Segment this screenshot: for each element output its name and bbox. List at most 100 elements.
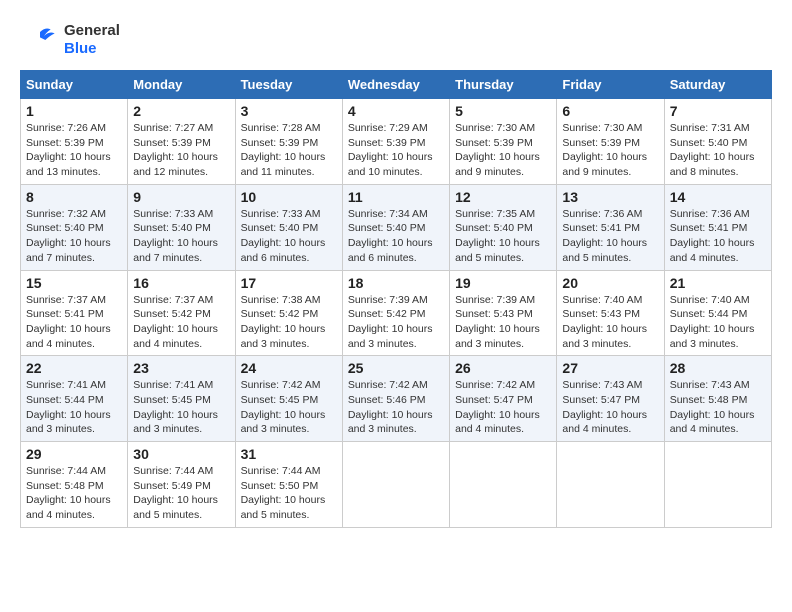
header: General Blue [20,20,772,60]
day-number: 25 [348,360,444,376]
calendar-cell: 15 Sunrise: 7:37 AMSunset: 5:41 PMDaylig… [21,270,128,356]
day-number: 18 [348,275,444,291]
day-number: 3 [241,103,337,119]
calendar-cell: 3 Sunrise: 7:28 AMSunset: 5:39 PMDayligh… [235,99,342,185]
calendar-cell: 11 Sunrise: 7:34 AMSunset: 5:40 PMDaylig… [342,184,449,270]
day-number: 13 [562,189,658,205]
day-detail: Sunrise: 7:43 AMSunset: 5:48 PMDaylight:… [670,379,755,435]
day-number: 12 [455,189,551,205]
day-detail: Sunrise: 7:26 AMSunset: 5:39 PMDaylight:… [26,122,111,178]
day-detail: Sunrise: 7:31 AMSunset: 5:40 PMDaylight:… [670,122,755,178]
day-detail: Sunrise: 7:40 AMSunset: 5:43 PMDaylight:… [562,294,647,350]
day-detail: Sunrise: 7:27 AMSunset: 5:39 PMDaylight:… [133,122,218,178]
calendar-week-3: 15 Sunrise: 7:37 AMSunset: 5:41 PMDaylig… [21,270,772,356]
weekday-header-sunday: Sunday [21,71,128,99]
day-number: 5 [455,103,551,119]
day-detail: Sunrise: 7:37 AMSunset: 5:41 PMDaylight:… [26,294,111,350]
calendar-cell: 25 Sunrise: 7:42 AMSunset: 5:46 PMDaylig… [342,356,449,442]
day-detail: Sunrise: 7:33 AMSunset: 5:40 PMDaylight:… [241,208,326,264]
day-detail: Sunrise: 7:30 AMSunset: 5:39 PMDaylight:… [562,122,647,178]
calendar-cell [342,442,449,528]
day-number: 27 [562,360,658,376]
day-number: 29 [26,446,122,462]
day-detail: Sunrise: 7:34 AMSunset: 5:40 PMDaylight:… [348,208,433,264]
calendar-cell: 18 Sunrise: 7:39 AMSunset: 5:42 PMDaylig… [342,270,449,356]
day-detail: Sunrise: 7:40 AMSunset: 5:44 PMDaylight:… [670,294,755,350]
calendar-cell: 4 Sunrise: 7:29 AMSunset: 5:39 PMDayligh… [342,99,449,185]
day-number: 23 [133,360,229,376]
day-number: 4 [348,103,444,119]
calendar-cell: 6 Sunrise: 7:30 AMSunset: 5:39 PMDayligh… [557,99,664,185]
day-number: 20 [562,275,658,291]
day-detail: Sunrise: 7:44 AMSunset: 5:48 PMDaylight:… [26,465,111,521]
day-detail: Sunrise: 7:39 AMSunset: 5:42 PMDaylight:… [348,294,433,350]
day-number: 2 [133,103,229,119]
calendar-week-1: 1 Sunrise: 7:26 AMSunset: 5:39 PMDayligh… [21,99,772,185]
calendar-cell: 5 Sunrise: 7:30 AMSunset: 5:39 PMDayligh… [450,99,557,185]
weekday-header-thursday: Thursday [450,71,557,99]
calendar-cell: 7 Sunrise: 7:31 AMSunset: 5:40 PMDayligh… [664,99,771,185]
day-detail: Sunrise: 7:33 AMSunset: 5:40 PMDaylight:… [133,208,218,264]
day-number: 31 [241,446,337,462]
calendar-cell: 28 Sunrise: 7:43 AMSunset: 5:48 PMDaylig… [664,356,771,442]
day-detail: Sunrise: 7:41 AMSunset: 5:45 PMDaylight:… [133,379,218,435]
calendar-cell [557,442,664,528]
day-detail: Sunrise: 7:35 AMSunset: 5:40 PMDaylight:… [455,208,540,264]
day-detail: Sunrise: 7:44 AMSunset: 5:50 PMDaylight:… [241,465,326,521]
day-detail: Sunrise: 7:38 AMSunset: 5:42 PMDaylight:… [241,294,326,350]
day-number: 17 [241,275,337,291]
day-detail: Sunrise: 7:32 AMSunset: 5:40 PMDaylight:… [26,208,111,264]
calendar-cell: 20 Sunrise: 7:40 AMSunset: 5:43 PMDaylig… [557,270,664,356]
day-number: 6 [562,103,658,119]
day-detail: Sunrise: 7:30 AMSunset: 5:39 PMDaylight:… [455,122,540,178]
calendar-cell [450,442,557,528]
day-number: 24 [241,360,337,376]
calendar-cell: 8 Sunrise: 7:32 AMSunset: 5:40 PMDayligh… [21,184,128,270]
weekday-header-friday: Friday [557,71,664,99]
calendar-cell: 23 Sunrise: 7:41 AMSunset: 5:45 PMDaylig… [128,356,235,442]
calendar-cell: 2 Sunrise: 7:27 AMSunset: 5:39 PMDayligh… [128,99,235,185]
day-detail: Sunrise: 7:42 AMSunset: 5:47 PMDaylight:… [455,379,540,435]
calendar-cell: 9 Sunrise: 7:33 AMSunset: 5:40 PMDayligh… [128,184,235,270]
calendar-week-2: 8 Sunrise: 7:32 AMSunset: 5:40 PMDayligh… [21,184,772,270]
weekday-header-row: SundayMondayTuesdayWednesdayThursdayFrid… [21,71,772,99]
day-detail: Sunrise: 7:42 AMSunset: 5:46 PMDaylight:… [348,379,433,435]
calendar-cell: 14 Sunrise: 7:36 AMSunset: 5:41 PMDaylig… [664,184,771,270]
calendar-cell [664,442,771,528]
day-number: 19 [455,275,551,291]
day-detail: Sunrise: 7:36 AMSunset: 5:41 PMDaylight:… [670,208,755,264]
day-detail: Sunrise: 7:39 AMSunset: 5:43 PMDaylight:… [455,294,540,350]
day-number: 11 [348,189,444,205]
day-detail: Sunrise: 7:41 AMSunset: 5:44 PMDaylight:… [26,379,111,435]
day-detail: Sunrise: 7:37 AMSunset: 5:42 PMDaylight:… [133,294,218,350]
day-detail: Sunrise: 7:28 AMSunset: 5:39 PMDaylight:… [241,122,326,178]
calendar-cell: 31 Sunrise: 7:44 AMSunset: 5:50 PMDaylig… [235,442,342,528]
day-number: 21 [670,275,766,291]
day-number: 14 [670,189,766,205]
day-number: 9 [133,189,229,205]
day-number: 22 [26,360,122,376]
calendar-cell: 21 Sunrise: 7:40 AMSunset: 5:44 PMDaylig… [664,270,771,356]
day-number: 28 [670,360,766,376]
day-number: 8 [26,189,122,205]
day-number: 30 [133,446,229,462]
logo-bird-icon [20,20,60,60]
calendar-cell: 24 Sunrise: 7:42 AMSunset: 5:45 PMDaylig… [235,356,342,442]
day-number: 16 [133,275,229,291]
day-number: 7 [670,103,766,119]
weekday-header-monday: Monday [128,71,235,99]
calendar-cell: 30 Sunrise: 7:44 AMSunset: 5:49 PMDaylig… [128,442,235,528]
logo-text: General Blue [64,22,120,58]
day-detail: Sunrise: 7:43 AMSunset: 5:47 PMDaylight:… [562,379,647,435]
day-number: 26 [455,360,551,376]
weekday-header-saturday: Saturday [664,71,771,99]
calendar-cell: 17 Sunrise: 7:38 AMSunset: 5:42 PMDaylig… [235,270,342,356]
calendar-week-4: 22 Sunrise: 7:41 AMSunset: 5:44 PMDaylig… [21,356,772,442]
calendar-cell: 12 Sunrise: 7:35 AMSunset: 5:40 PMDaylig… [450,184,557,270]
day-detail: Sunrise: 7:42 AMSunset: 5:45 PMDaylight:… [241,379,326,435]
calendar-cell: 16 Sunrise: 7:37 AMSunset: 5:42 PMDaylig… [128,270,235,356]
calendar-week-5: 29 Sunrise: 7:44 AMSunset: 5:48 PMDaylig… [21,442,772,528]
calendar-cell: 22 Sunrise: 7:41 AMSunset: 5:44 PMDaylig… [21,356,128,442]
weekday-header-tuesday: Tuesday [235,71,342,99]
calendar-cell: 1 Sunrise: 7:26 AMSunset: 5:39 PMDayligh… [21,99,128,185]
